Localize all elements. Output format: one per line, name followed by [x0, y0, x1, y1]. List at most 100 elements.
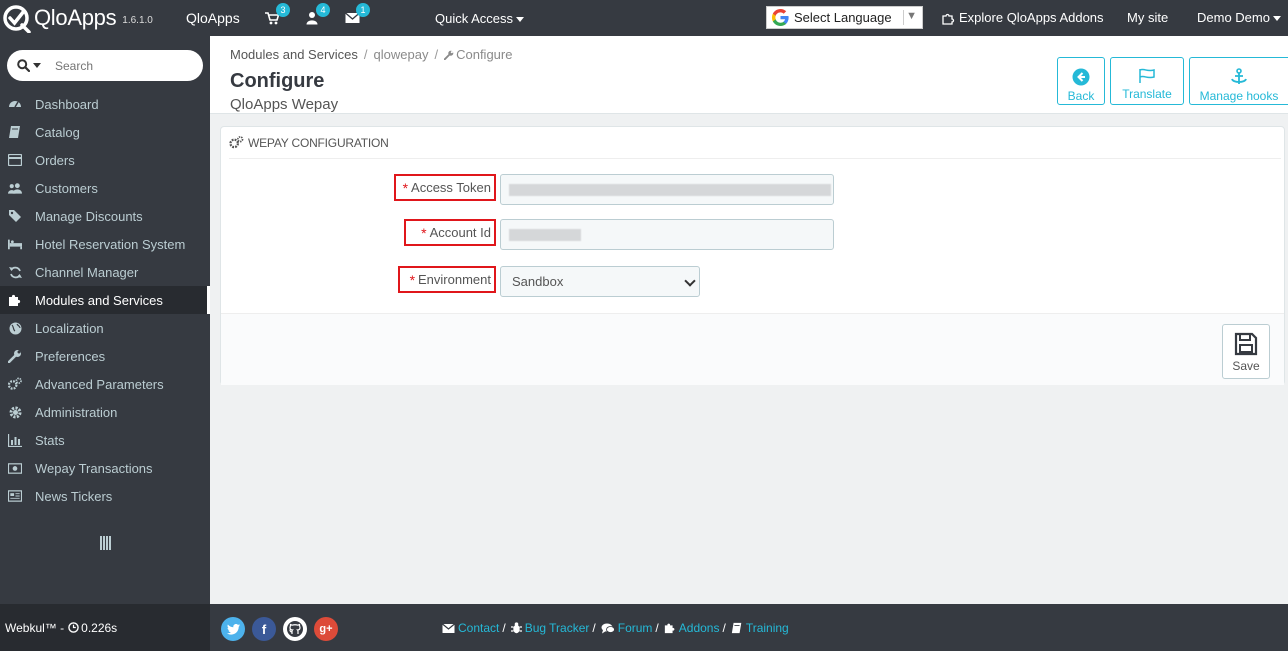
language-select[interactable]: Select Language ▼ — [766, 6, 923, 29]
orders-badge: 3 — [276, 3, 290, 17]
users-icon — [8, 181, 22, 195]
sidebar-item-modules-and-services[interactable]: Modules and Services — [0, 286, 210, 314]
dropdown-arrow-icon: ▼ — [906, 10, 917, 22]
chevron-down-icon — [33, 63, 41, 68]
github-icon[interactable] — [283, 617, 307, 641]
access-token-label-text: Access Token — [411, 180, 491, 195]
twitter-icon[interactable] — [221, 617, 245, 641]
translate-button-label: Translate — [1122, 87, 1172, 101]
addons-link[interactable]: Addons — [679, 621, 720, 635]
collapse-sidebar-icon[interactable] — [100, 536, 111, 553]
sidebar-item-label: Hotel Reservation System — [35, 236, 186, 252]
panel-footer: Save — [221, 313, 1284, 385]
environment-select[interactable]: Sandbox — [500, 266, 700, 297]
money-icon — [8, 461, 22, 475]
messages-notification[interactable]: 1 — [345, 3, 370, 27]
save-button-label: Save — [1232, 359, 1260, 373]
employee-menu[interactable]: Demo Demo — [1197, 10, 1281, 25]
breadcrumb-item[interactable]: qlowepay — [374, 47, 429, 62]
sidebar-item-administration[interactable]: Administration — [0, 398, 210, 426]
forum-link[interactable]: Forum — [618, 621, 653, 635]
sidebar-item-label: Preferences — [35, 348, 106, 364]
access-token-input[interactable] — [500, 174, 834, 205]
required-mark: * — [402, 179, 409, 196]
divider — [903, 10, 904, 25]
customers-notification[interactable]: 4 — [305, 3, 330, 27]
my-site-link[interactable]: My site — [1127, 10, 1168, 25]
book-icon — [731, 622, 743, 634]
search-input[interactable] — [55, 58, 175, 73]
sidebar-item-label: Dashboard — [35, 96, 99, 112]
contact-link[interactable]: Contact — [458, 621, 499, 635]
facebook-icon[interactable]: f — [252, 617, 276, 641]
required-mark: * — [409, 271, 416, 288]
footer-brand: Webkul™ - 0.226s — [0, 604, 210, 651]
messages-badge: 1 — [356, 3, 370, 17]
logo[interactable]: QloApps 1.6.1.0 — [0, 3, 153, 34]
logo-text: QloApps — [34, 5, 117, 30]
quick-access-label: Quick Access — [435, 11, 514, 26]
bug-icon — [510, 622, 522, 634]
footer-links: Contact / Bug Tracker / Forum / Addons / Tra… — [442, 621, 789, 635]
back-button-label: Back — [1067, 89, 1095, 103]
panel-heading-label: WEPAY CONFIGURATION — [248, 135, 389, 150]
sidebar-search[interactable] — [7, 50, 203, 81]
search-icon — [17, 59, 30, 72]
back-button[interactable]: Back — [1057, 57, 1105, 105]
breadcrumb-item[interactable]: Modules and Services — [230, 47, 358, 62]
sidebar-item-orders[interactable]: Orders — [0, 146, 210, 174]
sidebar-item-preferences[interactable]: Preferences — [0, 342, 210, 370]
training-link[interactable]: Training — [746, 621, 789, 635]
chevron-down-icon — [516, 17, 525, 23]
sidebar-item-label: Catalog — [35, 124, 80, 140]
sidebar-item-label: Advanced Parameters — [35, 376, 164, 392]
sidebar-item-customers[interactable]: Customers — [0, 174, 210, 202]
quick-access-dropdown[interactable]: Quick Access — [435, 11, 525, 26]
account-id-label-text: Account Id — [429, 225, 491, 240]
envelope-icon — [442, 623, 455, 634]
sidebar-item-label: Wepay Transactions — [35, 460, 153, 476]
bug-tracker-link[interactable]: Bug Tracker — [525, 621, 590, 635]
sidebar: Dashboard Catalog Orders Customers Manag… — [0, 36, 210, 604]
breadcrumb: Modules and Services / qlowepay / Configure — [230, 47, 513, 62]
orders-notification[interactable]: 3 — [265, 3, 290, 27]
tags-icon — [8, 209, 22, 223]
sidebar-item-localization[interactable]: Localization — [0, 314, 210, 342]
sidebar-item-catalog[interactable]: Catalog — [0, 118, 210, 146]
flag-icon — [1139, 68, 1155, 83]
page-title: Configure — [230, 70, 325, 92]
sidebar-item-manage-discounts[interactable]: Manage Discounts — [0, 202, 210, 230]
sidebar-item-stats[interactable]: Stats — [0, 426, 210, 454]
floppy-disk-icon — [1234, 332, 1258, 356]
environment-label: * Environment — [398, 266, 496, 293]
wrench-icon — [443, 50, 454, 61]
sidebar-menu: Dashboard Catalog Orders Customers Manag… — [0, 90, 210, 510]
translate-button[interactable]: Translate — [1110, 57, 1184, 105]
newspaper-icon — [8, 489, 22, 503]
sidebar-item-advanced-parameters[interactable]: Advanced Parameters — [0, 370, 210, 398]
sidebar-item-dashboard[interactable]: Dashboard — [0, 90, 210, 118]
account-id-input[interactable] — [500, 219, 834, 250]
puzzle-icon — [942, 13, 955, 25]
puzzle-icon — [664, 622, 676, 634]
explore-addons-link[interactable]: Explore QloApps Addons — [942, 10, 1104, 25]
wrench-icon — [8, 349, 22, 363]
sidebar-item-hotel-reservation[interactable]: Hotel Reservation System — [0, 230, 210, 258]
chevron-down-icon — [1272, 16, 1281, 22]
footer-brand-text: Webkul™ - — [5, 620, 65, 635]
sidebar-item-wepay-transactions[interactable]: Wepay Transactions — [0, 454, 210, 482]
explore-addons-label: Explore QloApps Addons — [959, 10, 1104, 25]
manage-hooks-button[interactable]: Manage hooks — [1189, 57, 1288, 105]
google-plus-icon[interactable]: g+ — [314, 617, 338, 641]
clock-icon — [68, 622, 79, 633]
wepay-configuration-panel: WEPAY CONFIGURATION * Access Token * Accou… — [220, 126, 1285, 385]
shop-name[interactable]: QloApps — [186, 10, 240, 26]
sidebar-item-channel-manager[interactable]: Channel Manager — [0, 258, 210, 286]
bar-chart-icon — [8, 433, 22, 447]
language-select-label: Select Language — [794, 10, 892, 25]
globe-icon — [8, 321, 22, 335]
refresh-icon — [8, 265, 22, 279]
save-button[interactable]: Save — [1222, 324, 1270, 379]
sidebar-item-news-tickers[interactable]: News Tickers — [0, 482, 210, 510]
search-type-dropdown[interactable] — [17, 59, 41, 72]
